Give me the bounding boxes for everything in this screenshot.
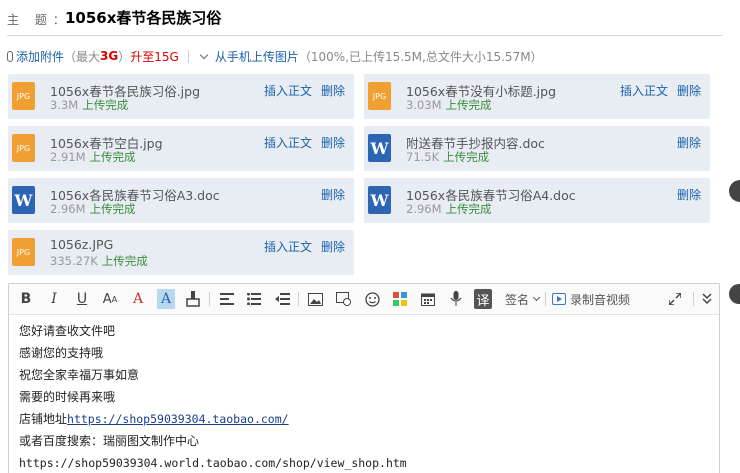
word-file-icon: W — [12, 186, 35, 214]
microphone-icon[interactable] — [447, 289, 465, 309]
max-size-value: 3G — [100, 49, 119, 63]
toolbar-divider — [545, 292, 546, 306]
attachment-card: W 1056x各民族春节习俗A4.doc 2.96M 上传完成 删除 — [364, 178, 710, 223]
upload-status: 上传完成 — [89, 150, 136, 164]
emoji-icon[interactable] — [363, 289, 381, 309]
file-size: 71.5K — [406, 150, 440, 164]
italic-icon[interactable]: I — [45, 289, 63, 309]
attachment-card: JPG 1056x春节空白.jpg 2.91M 上传完成 插入正文 删除 — [8, 126, 354, 171]
subject-row: 主 题： 1056x春节各民族习俗 — [7, 0, 722, 36]
mail-body-content[interactable]: 您好请查收文件吧 感谢您的支持哦 祝您全家幸福万事如意 需要的时候再来哦 店铺地… — [19, 320, 407, 473]
file-size: 3.3M — [50, 98, 79, 112]
body-line: 祝您全家幸福万事如意 — [19, 368, 140, 382]
word-file-icon: W — [368, 186, 391, 214]
mail-body-editor[interactable]: B I U AA A A 译 签名 录制音视频 您好请查收文件吧 感谢您的支持哦… — [8, 283, 720, 473]
paperclip-icon — [7, 50, 13, 62]
collapse-toolbar-icon[interactable] — [698, 289, 716, 309]
file-size: 3.03M — [406, 98, 442, 112]
delete-attachment-button[interactable]: 删除 — [321, 238, 345, 255]
underline-icon[interactable]: U — [73, 289, 91, 309]
font-color-icon[interactable]: A — [129, 289, 147, 309]
translate-icon[interactable]: 译 — [474, 289, 492, 309]
scroll-handle[interactable] — [729, 284, 740, 304]
align-left-icon[interactable] — [218, 289, 236, 309]
calendar-icon[interactable] — [419, 289, 437, 309]
body-line: 感谢您的支持哦 — [19, 346, 104, 360]
upgrade-link[interactable]: 升至15G — [130, 48, 179, 65]
max-size-suffix: ） — [118, 49, 131, 64]
upload-status: 上传完成 — [82, 98, 129, 112]
record-video-button[interactable]: 录制音视频 — [552, 289, 630, 309]
upload-status: 上传完成 — [443, 150, 490, 164]
file-size: 335.27K — [50, 254, 98, 268]
mobile-upload-link[interactable]: 从手机上传图片 — [215, 48, 299, 65]
signature-dropdown[interactable]: 签名 — [505, 289, 541, 309]
subject-input[interactable]: 1056x春节各民族习俗 — [65, 7, 221, 28]
toolbar-divider — [209, 292, 210, 306]
body-line: 需要的时候再来哦 — [19, 390, 116, 404]
insert-into-body-button[interactable]: 插入正文 — [620, 82, 668, 99]
delete-attachment-button[interactable]: 删除 — [677, 186, 701, 203]
insert-into-body-button[interactable]: 插入正文 — [264, 238, 312, 255]
format-brush-icon[interactable] — [184, 289, 202, 309]
font-size-icon[interactable]: AA — [101, 289, 119, 309]
delete-attachment-button[interactable]: 删除 — [677, 82, 701, 99]
upload-status: 上传完成 — [445, 98, 492, 112]
jpg-file-icon: JPG — [12, 82, 35, 110]
max-size-prefix: （最大 — [64, 49, 101, 64]
screenshot-icon[interactable] — [335, 289, 353, 309]
file-size: 2.91M — [50, 150, 86, 164]
attachment-card: W 附送春节手抄报内容.doc 71.5K 上传完成 删除 — [364, 126, 710, 171]
attachment-card: W 1056x各民族春节习俗A3.doc 2.96M 上传完成 删除 — [8, 178, 354, 223]
toolbar-divider — [693, 292, 694, 306]
insert-into-body-button[interactable]: 插入正文 — [264, 134, 312, 151]
shop-url-link[interactable]: https://shop59039304.taobao.com/ — [67, 412, 289, 426]
indent-icon[interactable] — [273, 289, 291, 309]
attachment-card: JPG 1056z.JPG 335.27K 上传完成 插入正文 删除 — [8, 230, 354, 275]
scroll-handle[interactable] — [729, 180, 740, 202]
insert-into-body-button[interactable]: 插入正文 — [264, 82, 312, 99]
attachment-bar: 添加附件 （最大 3G ） 升至15G 从手机上传图片 （100%,已上传15.… — [7, 47, 543, 65]
add-attachment-link[interactable]: 添加附件 — [16, 48, 64, 65]
insert-image-icon[interactable] — [306, 289, 324, 309]
highlight-color-icon[interactable]: A — [157, 289, 175, 309]
jpg-file-icon: JPG — [12, 238, 35, 266]
delete-attachment-button[interactable]: 删除 — [321, 134, 345, 151]
bold-icon[interactable]: B — [17, 289, 35, 309]
apps-grid-icon[interactable] — [391, 289, 409, 309]
jpg-file-icon: JPG — [368, 82, 391, 110]
attachment-card: JPG 1056x春节没有小标题.jpg 3.03M 上传完成 插入正文 删除 — [364, 74, 710, 119]
chevron-down-icon[interactable] — [199, 50, 209, 59]
file-size: 2.96M — [406, 202, 442, 216]
delete-attachment-button[interactable]: 删除 — [321, 82, 345, 99]
subject-label: 主 题： — [7, 13, 71, 27]
delete-attachment-button[interactable]: 删除 — [677, 134, 701, 151]
jpg-file-icon: JPG — [12, 134, 35, 162]
world-shop-url: https://shop59039304.world.taobao.com/sh… — [19, 456, 407, 470]
upload-status: 上传完成 — [445, 202, 492, 216]
body-line: 或者百度搜索：瑞丽图文制作中心 — [19, 434, 200, 448]
list-icon[interactable] — [245, 289, 263, 309]
divider — [187, 49, 189, 63]
word-file-icon: W — [368, 134, 391, 162]
fullscreen-icon[interactable] — [666, 289, 684, 309]
body-line: 店铺地址https://shop59039304.taobao.com/ — [19, 408, 407, 430]
attachment-card: JPG 1056x春节各民族习俗.jpg 3.3M 上传完成 插入正文 删除 — [8, 74, 354, 119]
upload-status: 上传完成 — [101, 254, 148, 268]
delete-attachment-button[interactable]: 删除 — [321, 186, 345, 203]
upload-status: 上传完成 — [89, 202, 136, 216]
shop-prefix: 店铺地址 — [19, 412, 68, 426]
upload-progress-text: （100%,已上传15.5M,总文件大小15.57M） — [298, 49, 543, 64]
file-size: 2.96M — [50, 202, 86, 216]
body-line: 您好请查收文件吧 — [19, 324, 116, 338]
file-name: 1056z.JPG — [50, 237, 114, 252]
toolbar-divider — [298, 292, 299, 306]
editor-toolbar: B I U AA A A 译 签名 录制音视频 — [9, 284, 719, 315]
